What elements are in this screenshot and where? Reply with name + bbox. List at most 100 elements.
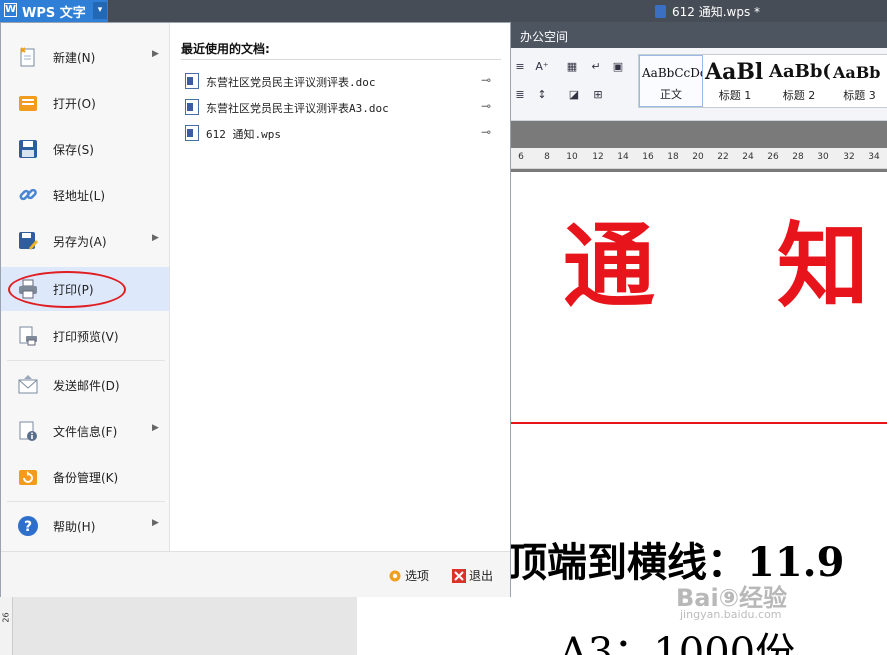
menu-item-save[interactable]: 保存(S) xyxy=(1,127,169,171)
line-spacing-icon[interactable]: ↕ xyxy=(533,86,551,104)
title-bar: W WPS 文字 ▾ 612 通知.wps * xyxy=(0,0,887,22)
word-doc-icon xyxy=(185,73,199,89)
submenu-arrow-icon: ▶ xyxy=(152,518,159,528)
app-menu-panel: 新建(N) ▶ 打开(O) 保存(S) 轻地址(L) 另存为(A) ▶ 打印(P… xyxy=(0,22,511,597)
ruler-tick: 14 xyxy=(617,152,629,162)
menu-item-label: 另存为(A) xyxy=(53,235,107,249)
recent-doc-item[interactable]: 612 通知.wps ⊸ xyxy=(181,122,501,144)
ruler-tick: 12 xyxy=(592,152,604,162)
options-button[interactable]: 选项 xyxy=(388,567,429,585)
style-sample: AaBb xyxy=(833,63,881,82)
ruler-tick: 22 xyxy=(717,152,729,162)
save-disk-icon xyxy=(19,140,37,158)
new-doc-icon xyxy=(20,47,35,67)
pin-icon[interactable]: ⊸ xyxy=(481,125,491,139)
ruler-tick: 6 xyxy=(518,152,524,162)
heading-char-tong: 通 xyxy=(563,212,656,320)
style-gallery: AaBbCcDd 正文 AaBl 标题 1 AaBb( 标题 2 AaBb 标题… xyxy=(638,54,887,108)
style-name: 标题 2 xyxy=(782,89,816,102)
fill-color-icon[interactable]: ◪ xyxy=(565,86,583,104)
doc-line-2: A3：1000份 xyxy=(559,630,796,655)
menu-item-label: 发送邮件(D) xyxy=(53,379,120,393)
pin-icon[interactable]: ⊸ xyxy=(481,73,491,87)
borders-icon[interactable]: ⊞ xyxy=(589,86,607,104)
exit-label: 退出 xyxy=(469,569,494,583)
exit-button[interactable]: 退出 xyxy=(452,567,493,585)
ruler-tick: 26 xyxy=(767,152,779,162)
style-heading-2[interactable]: AaBb( 标题 2 xyxy=(767,55,831,107)
style-name: 正文 xyxy=(660,88,682,101)
open-folder-icon xyxy=(19,96,37,111)
recent-doc-item[interactable]: 东营社区党员民主评议测评表.doc ⊸ xyxy=(181,70,501,92)
style-sample: AaBl xyxy=(705,59,764,85)
menu-item-save-as[interactable]: 另存为(A) ▶ xyxy=(1,219,169,263)
vertical-ruler[interactable]: 26 xyxy=(0,597,13,655)
menu-item-label: 打印预览(V) xyxy=(53,330,119,344)
ruler-tick: 32 xyxy=(843,152,855,162)
help-icon: ? xyxy=(18,516,38,536)
menu-item-label: 文件信息(F) xyxy=(53,425,118,439)
heading-char-zhi: 知 xyxy=(777,212,870,320)
menu-item-label: 帮助(H) xyxy=(53,520,96,534)
style-normal[interactable]: AaBbCcDd 正文 xyxy=(639,55,703,107)
ruler-tick: 34 xyxy=(868,152,880,162)
save-as-icon xyxy=(19,232,38,250)
menu-item-new[interactable]: 新建(N) ▶ xyxy=(1,35,169,79)
ribbon-tab-row: 办公空间 xyxy=(511,22,887,48)
table-icon[interactable]: ▦ xyxy=(563,58,581,76)
submenu-arrow-icon: ▶ xyxy=(152,233,159,243)
font-size-grow-icon[interactable]: A⁺ xyxy=(531,58,553,76)
menu-item-label: 备份管理(K) xyxy=(53,471,119,485)
document-page-lower xyxy=(357,597,511,655)
style-name: 标题 3 xyxy=(843,89,876,102)
app-title: WPS 文字 xyxy=(22,6,86,21)
ruler-tick: 10 xyxy=(566,152,578,162)
document-title-text: 612 通知.wps * xyxy=(672,5,761,19)
paragraph-mark-icon[interactable]: ↵ xyxy=(587,58,605,76)
backup-icon xyxy=(19,470,37,485)
options-label: 选项 xyxy=(405,569,430,583)
recent-doc-name: 东营社区党员民主评议测评表A3.doc xyxy=(206,102,389,115)
file-info-icon xyxy=(19,421,37,441)
link-icon xyxy=(19,188,37,201)
menu-item-light-address[interactable]: 轻地址(L) xyxy=(1,173,169,217)
pin-icon[interactable]: ⊸ xyxy=(481,99,491,113)
menu-item-file-info[interactable]: 文件信息(F) ▶ xyxy=(1,409,169,453)
border-style-icon[interactable]: ▣ xyxy=(609,58,627,76)
mail-icon xyxy=(18,375,38,394)
menu-command-list: 新建(N) ▶ 打开(O) 保存(S) 轻地址(L) 另存为(A) ▶ 打印(P… xyxy=(1,23,170,551)
menu-item-print-preview[interactable]: 打印预览(V) xyxy=(1,314,169,358)
menu-item-label: 轻地址(L) xyxy=(53,189,106,203)
ruler-tick: 16 xyxy=(642,152,654,162)
menu-item-label: 打开(O) xyxy=(53,97,96,111)
wps-logo-icon: W xyxy=(4,3,17,17)
menu-item-send-mail[interactable]: 发送邮件(D) xyxy=(1,363,169,407)
style-heading-3[interactable]: AaBb 标题 3 xyxy=(831,55,887,107)
ruler-tick: 18 xyxy=(667,152,679,162)
gear-icon xyxy=(389,570,401,582)
recent-doc-item[interactable]: 东营社区党员民主评议测评表A3.doc ⊸ xyxy=(181,96,501,118)
menu-item-label: 新建(N) xyxy=(53,51,96,65)
menu-item-label: 保存(S) xyxy=(53,143,94,157)
chevron-down-icon[interactable]: ▾ xyxy=(93,2,107,19)
indent-icon[interactable]: ≡ xyxy=(511,58,529,76)
menu-item-backup[interactable]: 备份管理(K) xyxy=(1,455,169,499)
ruler-tick: 8 xyxy=(544,152,550,162)
menu-footer: 选项 退出 xyxy=(1,551,510,597)
wps-app-menu-button[interactable]: W WPS 文字 ▾ xyxy=(0,0,108,22)
document-title: 612 通知.wps * xyxy=(655,3,760,20)
close-icon xyxy=(452,569,466,583)
style-heading-1[interactable]: AaBl 标题 1 xyxy=(703,55,767,107)
menu-item-open[interactable]: 打开(O) xyxy=(1,81,169,125)
horizontal-ruler[interactable]: 6 8 10 12 14 16 18 20 22 24 26 28 30 32 … xyxy=(511,148,887,169)
baidu-watermark-url: jingyan.baidu.com xyxy=(680,608,782,621)
tab-office-space[interactable]: 办公空间 xyxy=(520,28,568,45)
left-workspace: 26 xyxy=(0,597,357,655)
recent-doc-name: 东营社区党员民主评议测评表.doc xyxy=(206,76,376,89)
menu-divider xyxy=(7,501,165,502)
menu-item-help[interactable]: ? 帮助(H) ▶ xyxy=(1,504,169,548)
align-icon[interactable]: ≣ xyxy=(511,86,529,104)
wps-doc-icon xyxy=(185,125,199,141)
recent-docs-title: 最近使用的文档: xyxy=(181,42,270,56)
ribbon: ≡ A⁺ ▦ ↵ ▣ ≣ ↕ ◪ ⊞ AaBbCcDd 正文 AaBl 标题 1… xyxy=(511,48,887,121)
